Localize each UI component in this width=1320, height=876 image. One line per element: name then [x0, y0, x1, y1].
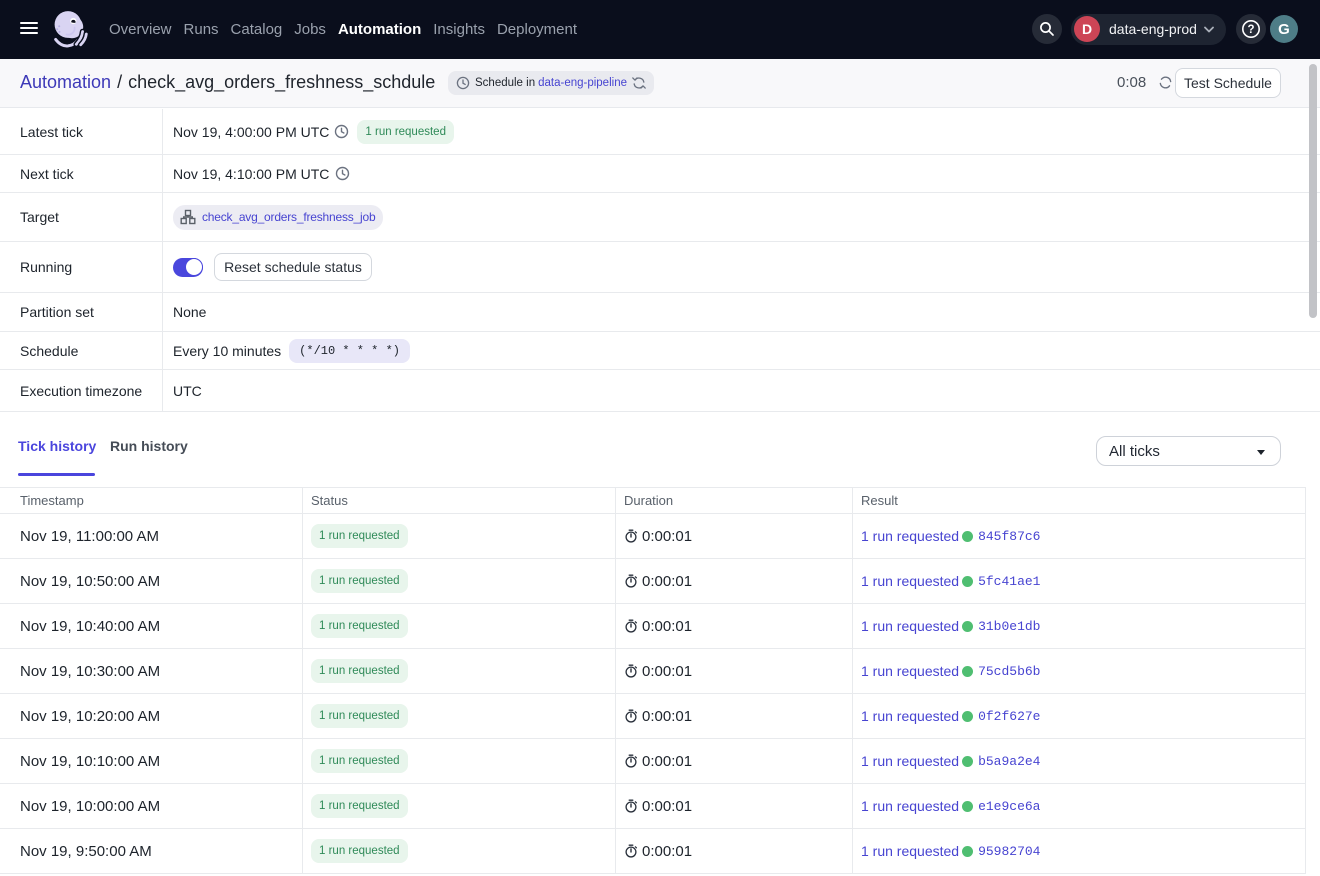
svg-text:?: ? [1247, 24, 1254, 36]
